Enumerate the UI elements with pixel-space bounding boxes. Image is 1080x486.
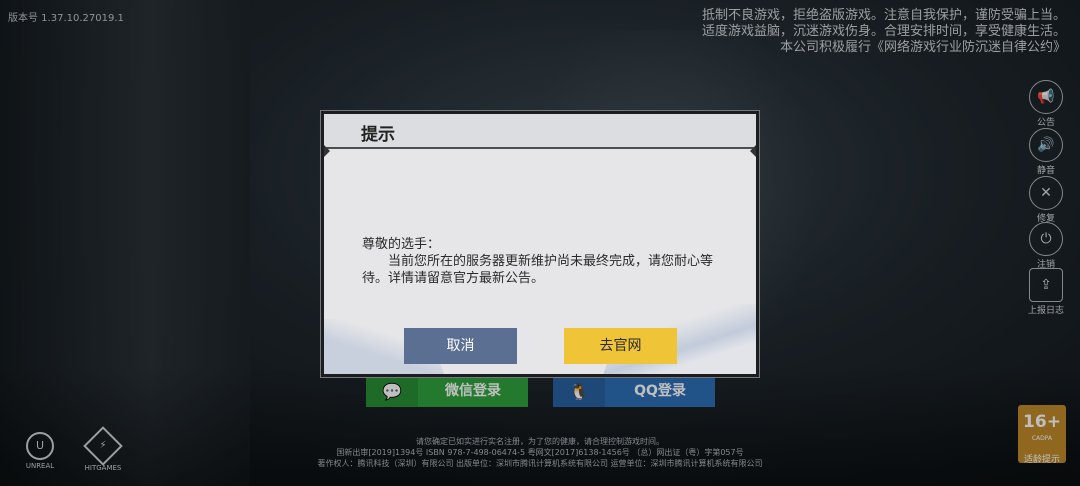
official-site-button[interactable]: 去官网 xyxy=(564,328,677,364)
dialog-header: 提示 xyxy=(324,114,756,149)
dialog-greeting: 尊敬的选手： xyxy=(362,237,441,252)
dialog-body: 提示 尊敬的选手： 当前您所在的服务器更新维护尚未最终完成，请您耐心等待。详情请… xyxy=(324,114,756,374)
dialog-title: 提示 xyxy=(361,125,395,145)
dialog-message: 尊敬的选手： 当前您所在的服务器更新维护尚未最终完成，请您耐心等待。详情请留意官… xyxy=(362,236,722,287)
corner-marker-icon xyxy=(750,144,756,158)
cancel-button[interactable]: 取消 xyxy=(404,328,517,364)
dialog-body-text: 当前您所在的服务器更新维护尚未最终完成，请您耐心等待。详情请留意官方最新公告。 xyxy=(362,254,714,286)
maintenance-dialog: 提示 尊敬的选手： 当前您所在的服务器更新维护尚未最终完成，请您耐心等待。详情请… xyxy=(320,110,760,378)
corner-marker-icon xyxy=(324,144,330,158)
